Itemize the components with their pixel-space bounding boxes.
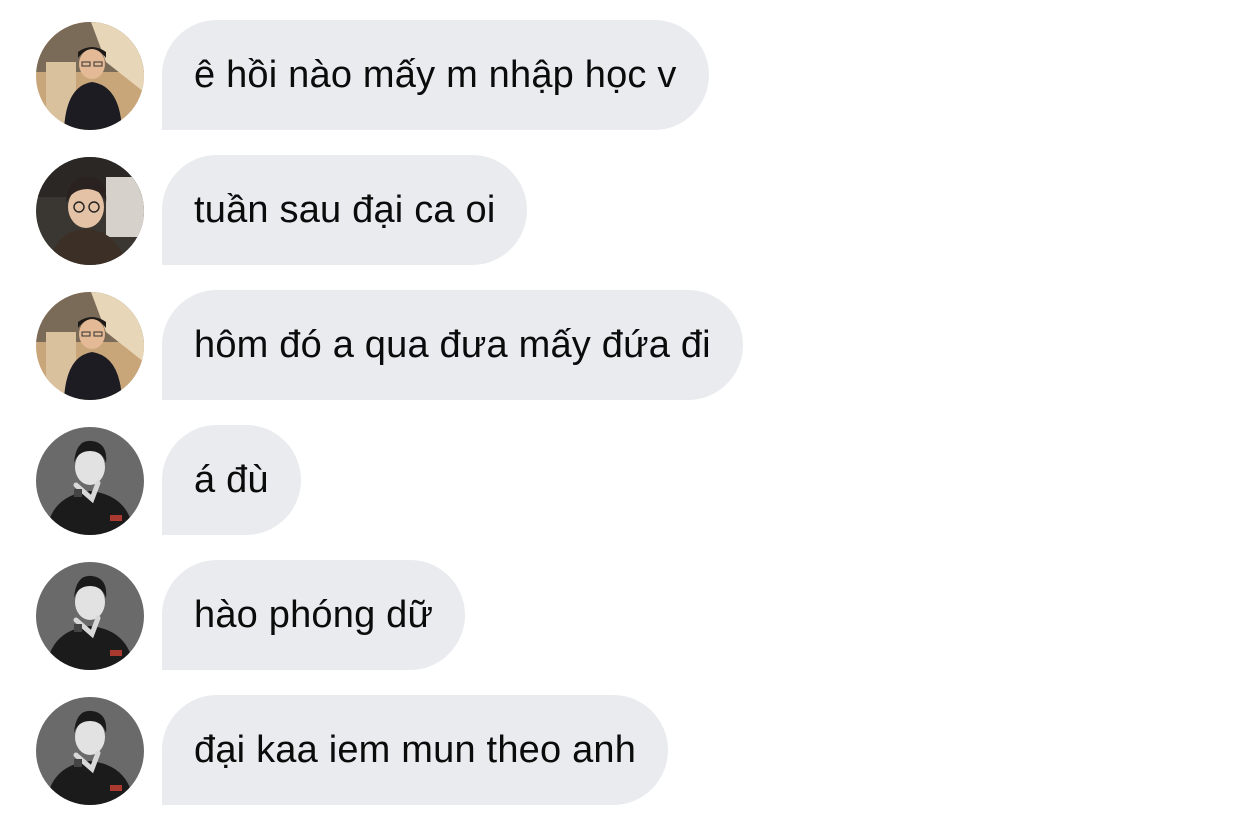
message-text: ê hồi nào mấy m nhập học v [194, 53, 677, 96]
avatar-photo-icon [36, 697, 144, 805]
message-text: đại kaa iem mun theo anh [194, 728, 637, 771]
message-bubble[interactable]: hào phóng dữ [162, 560, 466, 670]
avatar[interactable] [36, 22, 144, 130]
avatar[interactable] [36, 562, 144, 670]
message-text: hào phóng dữ [194, 593, 434, 636]
message-bubble[interactable]: hôm đó a qua đưa mấy đứa đi [162, 290, 743, 400]
message-text: tuần sau đại ca oi [194, 188, 496, 231]
message-text: á đù [194, 458, 269, 501]
message-bubble[interactable]: tuần sau đại ca oi [162, 155, 528, 265]
message-row: á đù [0, 425, 1242, 537]
message-row: hào phóng dữ [0, 560, 1242, 672]
avatar-photo-icon [36, 22, 144, 130]
message-row: ê hồi nào mấy m nhập học v [0, 20, 1242, 132]
message-row: đại kaa iem mun theo anh [0, 695, 1242, 807]
message-text: hôm đó a qua đưa mấy đứa đi [194, 323, 711, 366]
avatar-photo-icon [36, 427, 144, 535]
avatar-photo-icon [36, 562, 144, 670]
message-bubble[interactable]: ê hồi nào mấy m nhập học v [162, 20, 709, 130]
message-bubble[interactable]: á đù [162, 425, 301, 535]
message-row: hôm đó a qua đưa mấy đứa đi [0, 290, 1242, 402]
avatar[interactable] [36, 697, 144, 805]
avatar-photo-icon [36, 157, 144, 265]
avatar[interactable] [36, 292, 144, 400]
message-bubble[interactable]: đại kaa iem mun theo anh [162, 695, 669, 805]
avatar-photo-icon [36, 292, 144, 400]
message-row: tuần sau đại ca oi [0, 155, 1242, 267]
avatar[interactable] [36, 157, 144, 265]
message-thread: ê hồi nào mấy m nhập học v tuần sau đại … [0, 0, 1242, 820]
avatar[interactable] [36, 427, 144, 535]
